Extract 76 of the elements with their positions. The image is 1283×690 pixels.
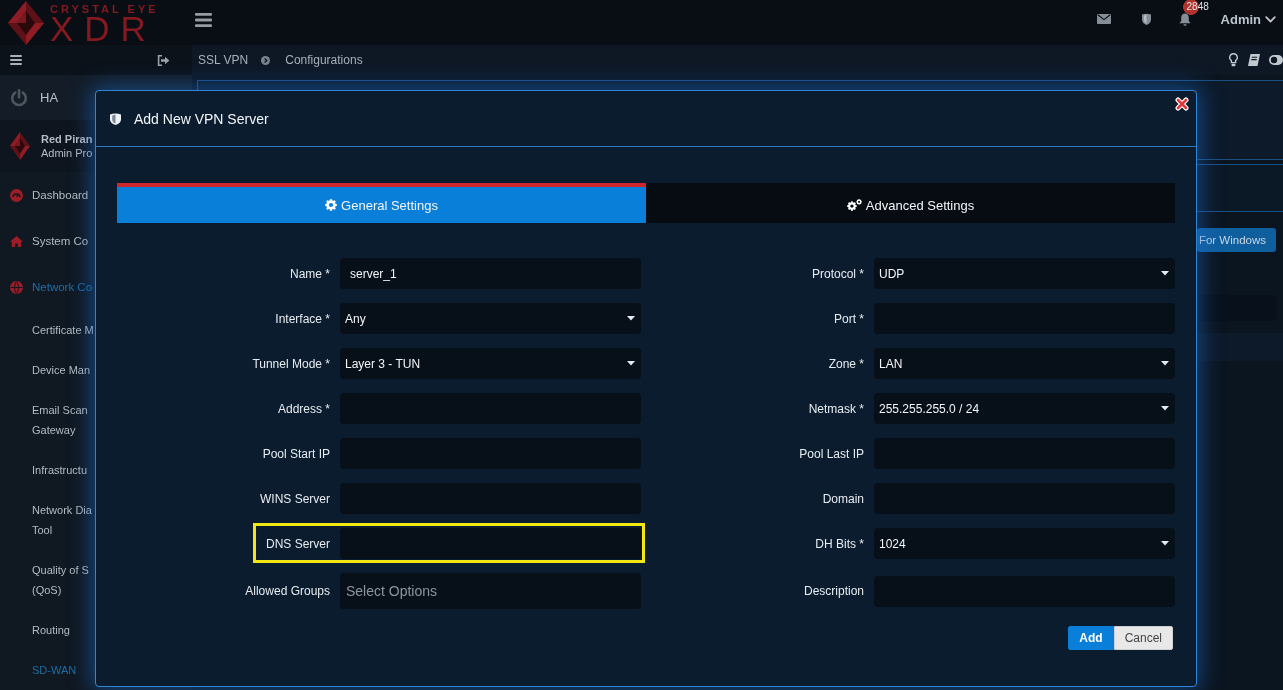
user-menu[interactable]: Admin [1220, 11, 1276, 27]
sidebar-item[interactable]: Quality of S (QoS) [0, 550, 89, 610]
field-label: Port * [834, 311, 864, 326]
caret-icon [627, 361, 635, 366]
breadcrumb-link[interactable]: SSL VPN [198, 53, 249, 67]
sidebar-item[interactable]: Network Dia Tool [0, 490, 92, 550]
caret-icon [1161, 271, 1169, 276]
dropdown[interactable]: Any [340, 303, 641, 334]
download-button[interactable]: For Windows [1196, 228, 1276, 252]
sidebar-item[interactable]: Certificate M [0, 310, 94, 350]
field-label: Protocol * [811, 266, 864, 281]
tab[interactable]: General Settings [117, 183, 646, 223]
field-label: Pool Last IP [799, 446, 864, 461]
power-icon [10, 88, 28, 107]
logo-wordmark: XDR [50, 14, 157, 43]
logo-icon [8, 0, 44, 45]
sidebar-item[interactable]: Device Man [0, 350, 91, 390]
globe-icon [10, 280, 23, 294]
caret-icon [1161, 406, 1169, 411]
shield-icon[interactable] [1141, 13, 1151, 25]
gear-icon [325, 199, 338, 211]
shield-icon [110, 112, 121, 125]
field-label: Domain [822, 491, 864, 506]
cancel-button[interactable]: Cancel [1113, 626, 1173, 650]
tab[interactable]: Advanced Settings [646, 183, 1175, 223]
menu-icon[interactable] [10, 55, 22, 65]
sidebar-item[interactable]: Routing [0, 610, 70, 650]
gauge-icon [10, 188, 23, 202]
field-label: Tunnel Mode * [252, 356, 330, 371]
caret-icon [1161, 361, 1169, 366]
menu-icon[interactable] [195, 13, 212, 27]
field-label: Pool Start IP [262, 446, 330, 461]
sidebar-item[interactable]: Email Scan Gateway [0, 390, 88, 450]
field-label: Allowed Groups [245, 584, 330, 598]
toggle-icon[interactable] [1269, 55, 1283, 65]
profile-name: Red Piran [41, 132, 93, 146]
house-icon [10, 235, 23, 247]
multi-select-field[interactable]: Select Options [340, 573, 641, 609]
field-label: Netmask * [808, 401, 864, 416]
caret-icon [627, 316, 635, 321]
add-button[interactable]: Add [1068, 626, 1114, 650]
sidebar-item[interactable]: System Co [0, 218, 89, 264]
field-label: Interface * [275, 311, 330, 326]
dropdown[interactable]: 255.255.255.0 / 24 [874, 393, 1175, 424]
sidebar-item[interactable]: Dashboard [0, 172, 89, 218]
sidebar-item[interactable]: HA [10, 88, 59, 107]
field-label: DH Bits * [815, 536, 864, 551]
logo-tagline: CRYSTAL EYE [50, 2, 159, 15]
chevron-down-icon [1265, 15, 1276, 23]
modal-title: Add New VPN Server [134, 110, 269, 127]
text-field[interactable] [340, 528, 641, 559]
input-field[interactable] [1199, 295, 1277, 321]
caret-icon [1161, 541, 1169, 546]
field-label: Description [803, 584, 864, 598]
profile-role: Admin Pro [41, 146, 93, 160]
bell-icon[interactable] [1178, 13, 1191, 26]
sign-out-icon[interactable] [157, 54, 170, 66]
dropdown[interactable]: UDP [874, 258, 1175, 289]
field-label: Zone * [828, 356, 864, 371]
field-label: Address * [277, 401, 330, 416]
field-label: Name * [290, 266, 330, 281]
sidebar-item[interactable]: Infrastructu [0, 450, 88, 490]
mail-icon[interactable] [1096, 14, 1111, 24]
text-field[interactable]: server_1 [340, 258, 641, 289]
gears-icon [846, 199, 862, 211]
close-icon[interactable] [1175, 97, 1189, 111]
field-label: WINS Server [260, 491, 330, 506]
logo-icon [10, 132, 30, 160]
breadcrumb-current: Configurations [285, 53, 363, 67]
chevron-circle-icon [261, 55, 271, 65]
dropdown[interactable]: Layer 3 - TUN [340, 348, 641, 379]
field-label: DNS Server [266, 536, 330, 551]
book-icon[interactable] [1247, 54, 1260, 66]
dropdown[interactable]: LAN [874, 348, 1175, 379]
lightbulb-icon[interactable] [1229, 53, 1238, 67]
dropdown[interactable]: 1024 [874, 528, 1175, 559]
